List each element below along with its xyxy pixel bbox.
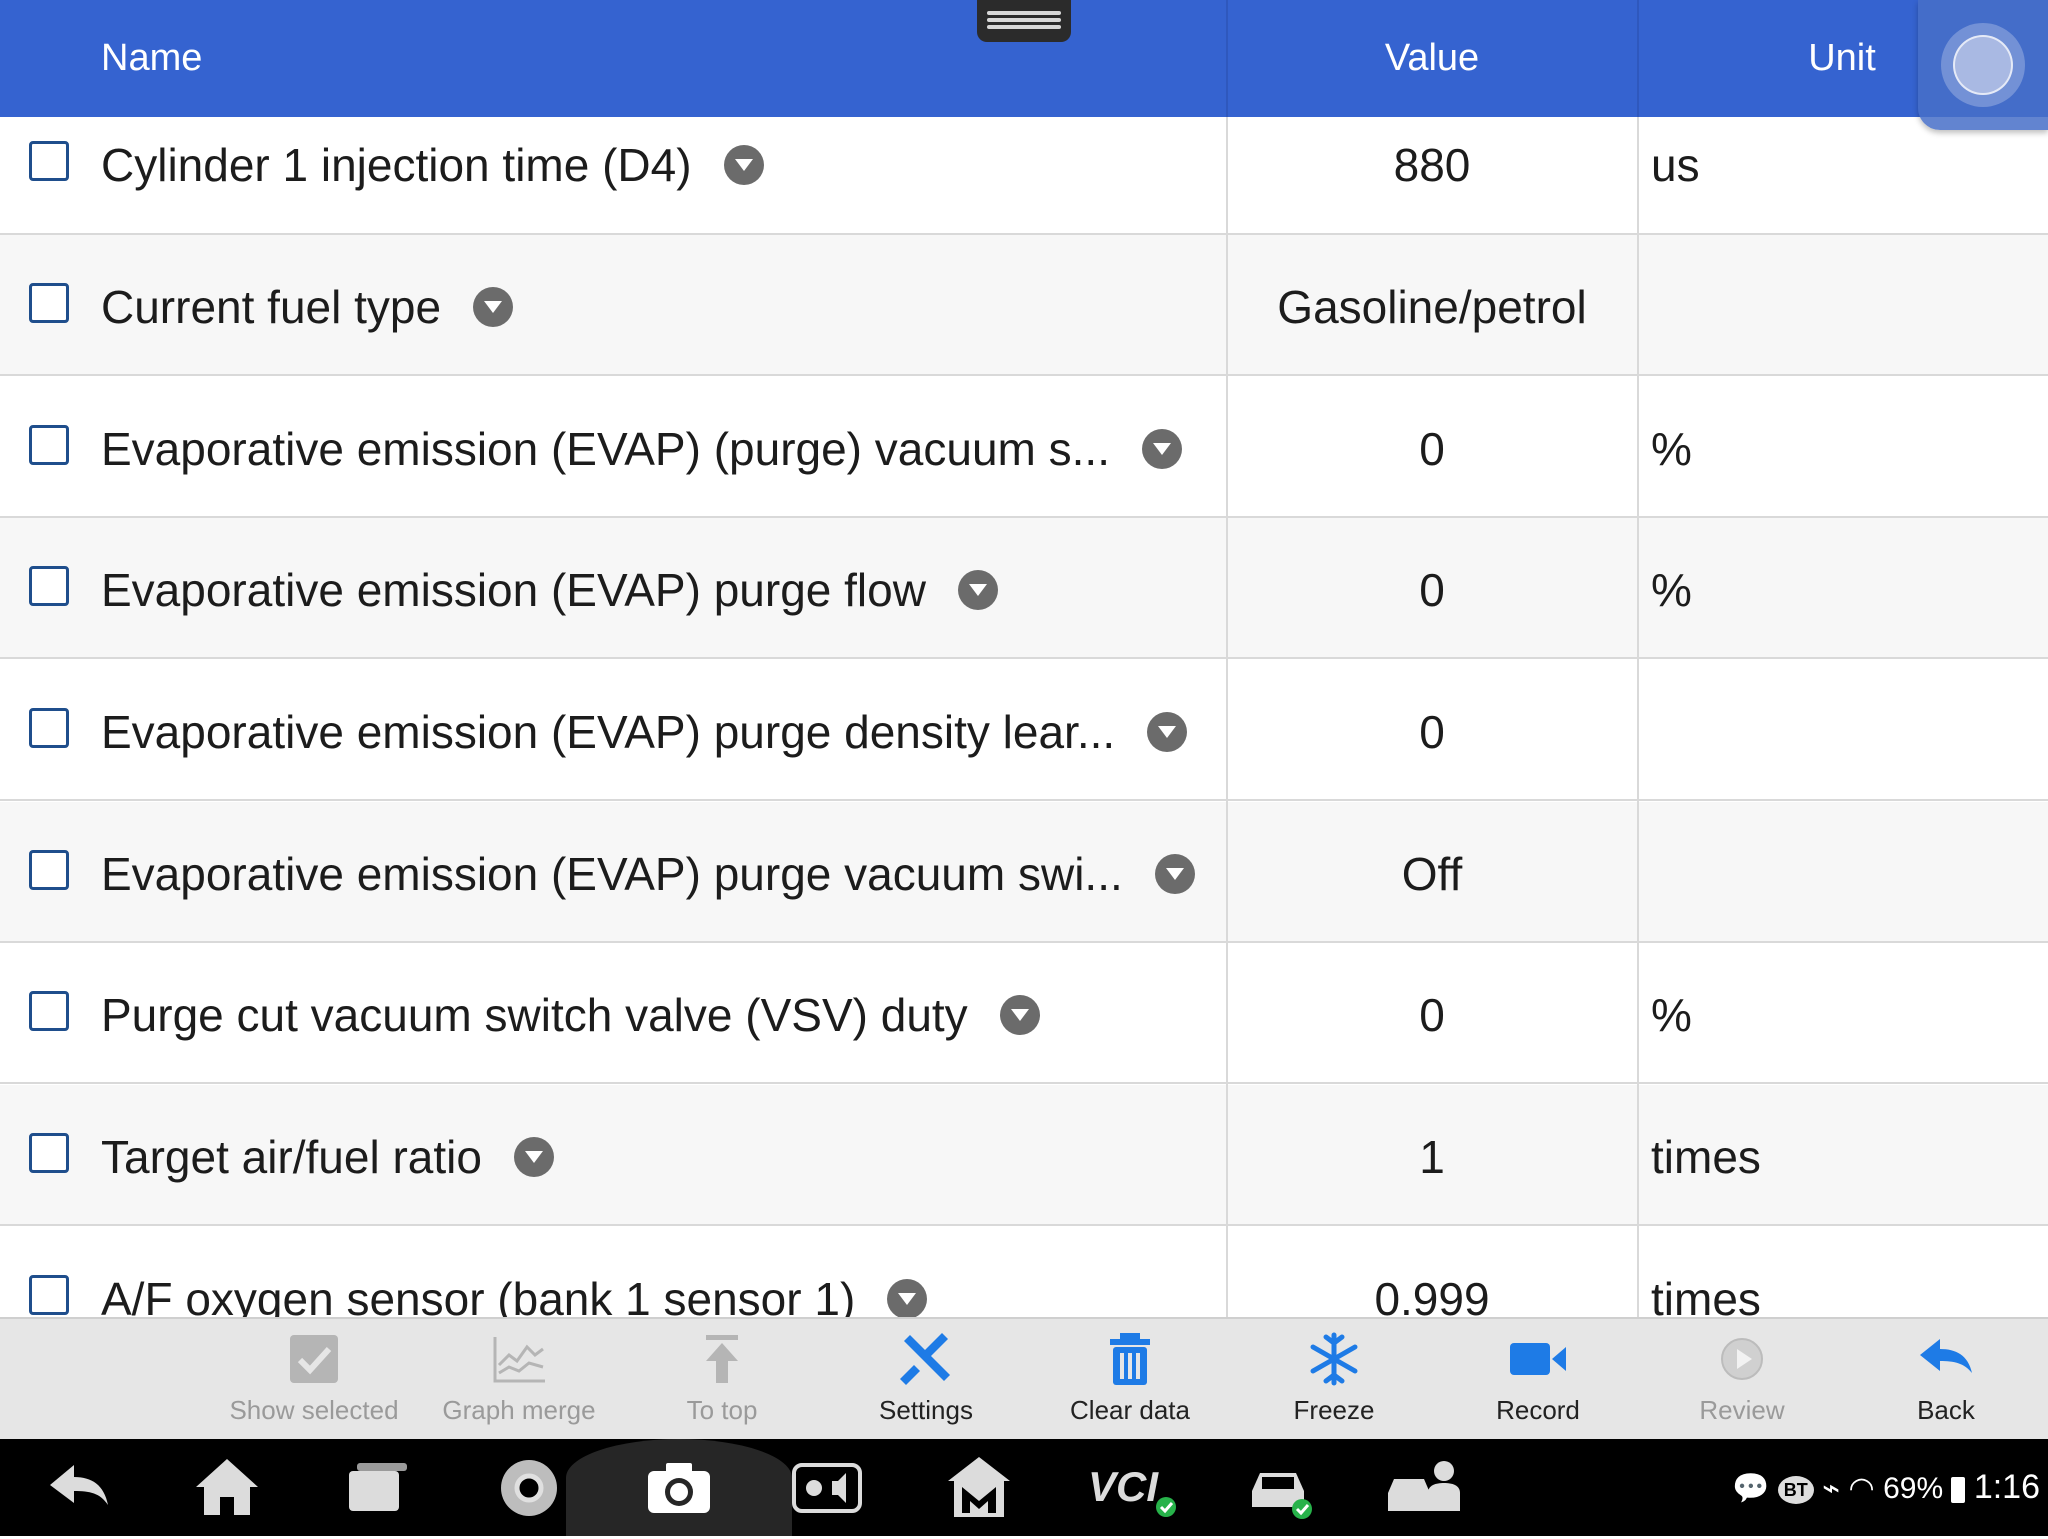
row-unit: us [1651, 139, 1700, 191]
svg-text:VCI: VCI [1088, 1463, 1159, 1510]
chat-icon: 💬 [1732, 1472, 1770, 1505]
graph-icon [493, 1337, 545, 1383]
row-name: Evaporative emission (EVAP) purge vacuum… [101, 847, 1195, 901]
row-checkbox[interactable] [29, 1275, 69, 1315]
dropdown-arrow-icon[interactable] [513, 1136, 554, 1177]
row-checkbox[interactable] [29, 1133, 69, 1173]
bluetooth-badge: BT [1777, 1475, 1814, 1504]
row-checkbox[interactable] [29, 991, 69, 1031]
row-name: Purge cut vacuum switch valve (VSV) duty [101, 988, 1040, 1042]
row-checkbox[interactable] [29, 850, 69, 890]
table-row[interactable]: Evaporative emission (EVAP) purge flow 0… [0, 518, 2048, 659]
dropdown-arrow-icon[interactable] [473, 286, 514, 327]
drag-handle-icon[interactable] [977, 0, 1071, 42]
clock: 1:16 [1973, 1468, 2040, 1506]
arrow-up-icon [706, 1335, 738, 1383]
brightness-volume-icon[interactable] [792, 1453, 862, 1523]
row-value: 0 [1419, 989, 1445, 1041]
show-selected-button[interactable]: Show selected [214, 1319, 414, 1439]
row-value: 0 [1419, 706, 1445, 758]
back-button[interactable]: Back [1846, 1319, 2046, 1439]
row-checkbox[interactable] [29, 425, 69, 465]
table-row[interactable]: Evaporative emission (EVAP) (purge) vacu… [0, 377, 2048, 518]
back-arrow-icon [1920, 1339, 1972, 1373]
dropdown-arrow-icon[interactable] [723, 144, 764, 185]
play-circle-icon [1721, 1338, 1763, 1380]
record-button[interactable]: Record [1438, 1319, 1638, 1439]
wrench-screwdriver-icon [900, 1333, 950, 1385]
maxifix-m-icon[interactable] [944, 1453, 1014, 1523]
row-value: 1 [1419, 1131, 1445, 1183]
column-divider [1637, 117, 1639, 1317]
browser-icon[interactable] [494, 1453, 564, 1523]
clear-data-button[interactable]: Clear data [1030, 1319, 1230, 1439]
row-value: 0 [1419, 423, 1445, 475]
system-navigation-bar: VCI 💬 BT ⌁ ◠ 69% 1:16 [0, 1439, 2048, 1536]
row-checkbox[interactable] [29, 708, 69, 748]
table-row[interactable]: Cylinder 1 injection time (D4) 880 us [0, 117, 2048, 235]
floating-assist-button[interactable] [1918, 0, 2048, 130]
status-area: 💬 BT ⌁ ◠ 69% 1:16 [1732, 1439, 2040, 1536]
network-icon: ⌁ [1822, 1472, 1841, 1505]
trash-icon [1110, 1333, 1150, 1385]
table-row[interactable]: Target air/fuel ratio 1 times [0, 1085, 2048, 1226]
column-header-value: Value [1384, 37, 1480, 79]
row-value: 880 [1393, 139, 1471, 191]
row-checkbox[interactable] [29, 283, 69, 323]
wifi-icon: ◠ [1848, 1472, 1875, 1505]
row-value: 0.999 [1374, 1273, 1490, 1317]
row-name: Evaporative emission (EVAP) purge densit… [101, 705, 1188, 759]
camera-icon[interactable] [644, 1453, 714, 1523]
row-unit: % [1651, 989, 1692, 1041]
row-name: Target air/fuel ratio [101, 1130, 554, 1184]
row-name: A/F oxygen sensor (bank 1 sensor 1) [101, 1272, 928, 1317]
row-unit: % [1651, 564, 1692, 616]
table-row[interactable]: Evaporative emission (EVAP) purge densit… [0, 660, 2048, 801]
home-icon[interactable] [192, 1453, 262, 1523]
video-camera-icon [1510, 1343, 1566, 1375]
row-value: 0 [1419, 564, 1445, 616]
row-unit: % [1651, 423, 1692, 475]
settings-button[interactable]: Settings [826, 1319, 1026, 1439]
review-button[interactable]: Review [1642, 1319, 1842, 1439]
row-name: Current fuel type [101, 280, 514, 334]
row-checkbox[interactable] [29, 141, 69, 181]
row-name: Cylinder 1 injection time (D4) [101, 138, 764, 192]
row-unit: times [1651, 1131, 1761, 1183]
freeze-button[interactable]: Freeze [1234, 1319, 1434, 1439]
battery-percent: 69% [1883, 1472, 1944, 1505]
dropdown-arrow-icon[interactable] [1154, 853, 1195, 894]
column-divider [1226, 117, 1228, 1317]
row-value: Gasoline/petrol [1277, 281, 1587, 333]
to-top-button[interactable]: To top [622, 1319, 822, 1439]
row-value: Off [1401, 848, 1463, 900]
snowflake-icon [1310, 1332, 1358, 1386]
battery-icon [1951, 1477, 1966, 1504]
row-name: Evaporative emission (EVAP) purge flow [101, 563, 998, 617]
dropdown-arrow-icon[interactable] [1147, 711, 1188, 752]
dropdown-arrow-icon[interactable] [999, 994, 1040, 1035]
dropdown-arrow-icon[interactable] [1141, 428, 1182, 469]
table-row[interactable]: Evaporative emission (EVAP) purge vacuum… [0, 802, 2048, 943]
table-row[interactable]: Purge cut vacuum switch valve (VSV) duty… [0, 943, 2048, 1084]
vci-connected-icon[interactable]: VCI [1086, 1453, 1182, 1523]
assist-ring-icon [1941, 23, 2025, 107]
row-name: Evaporative emission (EVAP) (purge) vacu… [101, 422, 1182, 476]
car-service-icon[interactable] [1384, 1453, 1468, 1523]
graph-merge-button[interactable]: Graph merge [419, 1319, 619, 1439]
row-checkbox[interactable] [29, 566, 69, 606]
row-unit: times [1651, 1273, 1761, 1317]
column-header-name: Name [101, 37, 203, 79]
data-stream-list[interactable]: Cylinder 1 injection time (D4) 880 us Cu… [0, 117, 2048, 1317]
recent-apps-icon[interactable] [343, 1453, 413, 1523]
dropdown-arrow-icon[interactable] [887, 1278, 928, 1317]
system-back-icon[interactable] [44, 1453, 114, 1523]
dropdown-arrow-icon[interactable] [957, 569, 998, 610]
car-connected-icon[interactable] [1244, 1453, 1314, 1523]
table-row[interactable]: A/F oxygen sensor (bank 1 sensor 1) 0.99… [0, 1227, 2048, 1317]
table-row[interactable]: Current fuel type Gasoline/petrol [0, 235, 2048, 376]
bottom-toolbar: Show selected Graph merge To top Setting… [0, 1317, 2048, 1439]
checkbox-icon [290, 1335, 338, 1383]
